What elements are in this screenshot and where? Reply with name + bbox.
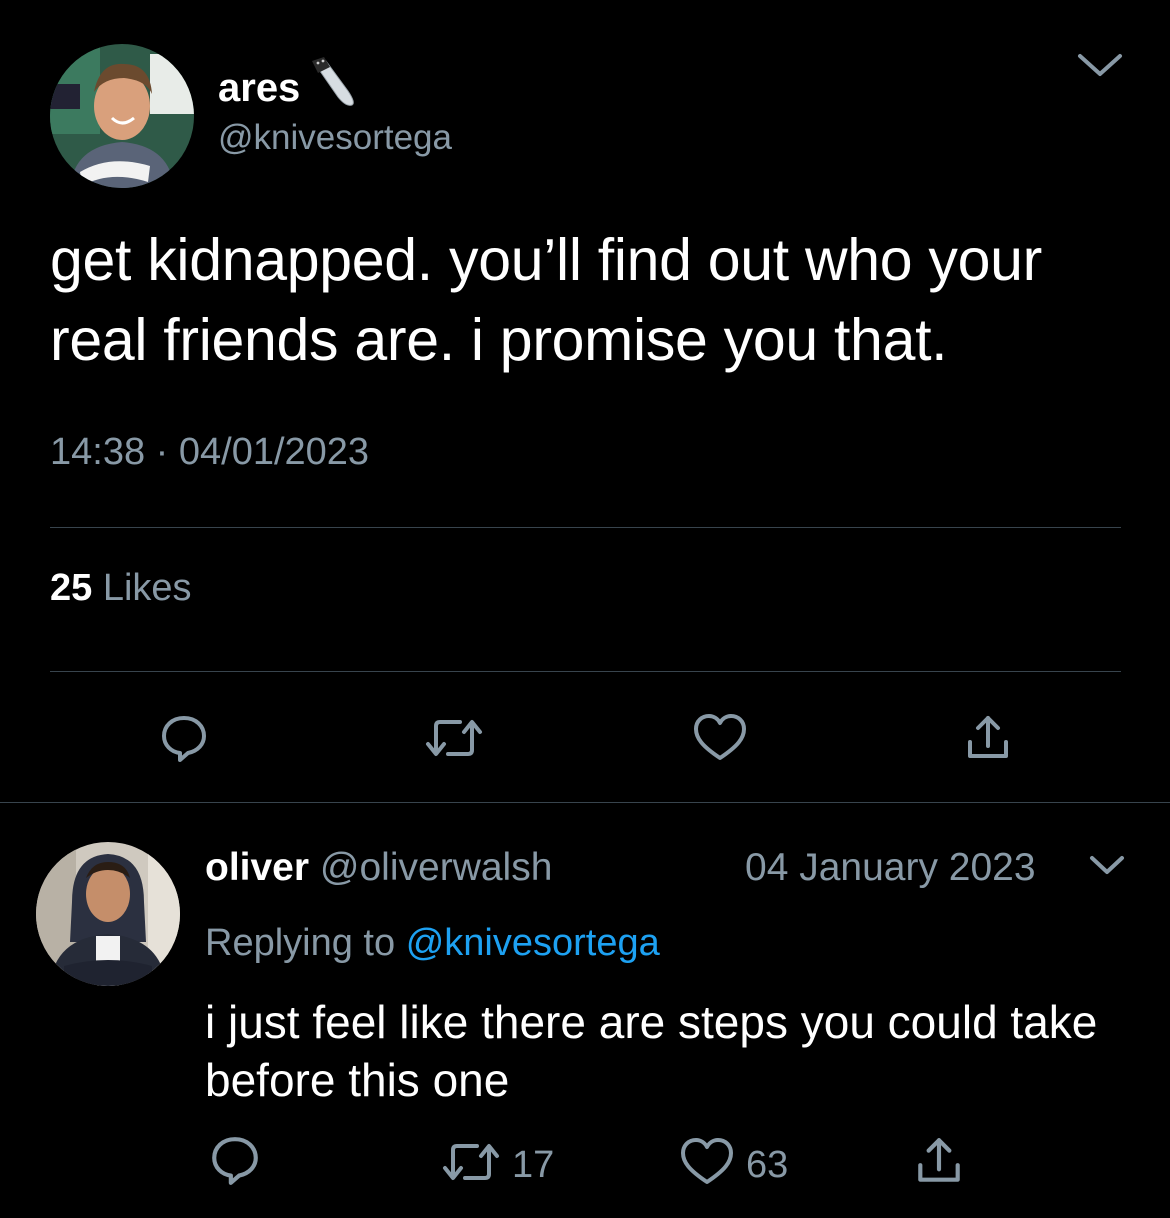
- likes-count: 25: [50, 567, 93, 609]
- tweet-time: 14:38: [50, 431, 146, 473]
- likes-stat[interactable]: 25 Likes: [50, 566, 192, 610]
- reply-author-name[interactable]: oliver: [205, 846, 309, 889]
- tweet-date: 04/01/2023: [178, 431, 370, 473]
- author-name-row[interactable]: ares: [218, 55, 362, 120]
- author-name[interactable]: ares: [218, 64, 300, 112]
- chevron-down-icon[interactable]: [1088, 852, 1126, 883]
- replying-to: Replying to @knivesortega: [205, 920, 660, 966]
- retweet-icon: [440, 1136, 502, 1193]
- like-count: 63: [746, 1143, 789, 1186]
- tweet-text: get kidnapped. you’ll find out who your …: [50, 227, 1042, 373]
- reply-icon[interactable]: [208, 1133, 262, 1192]
- retweet-button[interactable]: 17: [440, 1136, 554, 1193]
- share-icon[interactable]: [912, 1134, 966, 1193]
- reply-header[interactable]: oliver @oliverwalsh: [205, 845, 552, 891]
- thread-divider: [0, 802, 1170, 803]
- tweet-timestamp[interactable]: 14:38 · 04/01/2023: [50, 430, 369, 474]
- share-icon[interactable]: [962, 712, 1014, 769]
- replying-handle-link[interactable]: @knivesortega: [406, 922, 660, 964]
- like-icon[interactable]: [692, 712, 748, 769]
- retweet-count: 17: [512, 1143, 555, 1186]
- chevron-down-icon[interactable]: [1076, 50, 1124, 85]
- reply-author-avatar[interactable]: [36, 842, 180, 986]
- like-button[interactable]: 63: [678, 1136, 788, 1193]
- reply-date[interactable]: 04 January 2023: [745, 845, 1036, 891]
- retweet-icon[interactable]: [424, 712, 484, 769]
- separator-dot: ·: [155, 431, 169, 473]
- reply-text: i just feel like there are steps you cou…: [205, 996, 1098, 1106]
- author-handle[interactable]: @knivesortega: [218, 117, 452, 159]
- like-icon: [678, 1136, 736, 1193]
- knife-icon: [308, 55, 362, 120]
- author-avatar[interactable]: [50, 44, 194, 188]
- likes-label: Likes: [102, 567, 192, 609]
- divider-top: [50, 527, 1121, 528]
- divider-bottom: [50, 671, 1121, 672]
- reply-author-handle[interactable]: @oliverwalsh: [320, 846, 553, 889]
- replying-prefix: Replying to: [205, 922, 396, 964]
- reply-icon[interactable]: [158, 712, 210, 769]
